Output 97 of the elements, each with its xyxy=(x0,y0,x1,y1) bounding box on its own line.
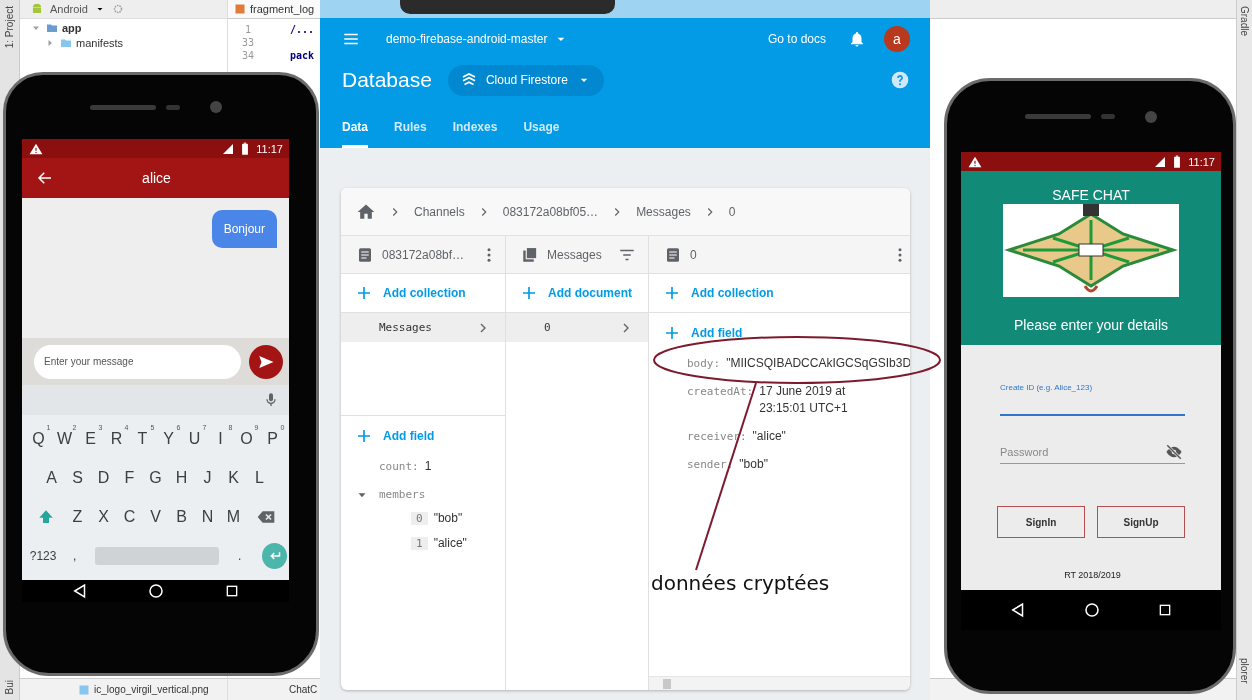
field-value: "alice" xyxy=(752,428,786,445)
field-value: "MIICSQIBADCCAkIGCSqGSIb3D xyxy=(726,355,910,372)
list-item[interactable]: Messages xyxy=(341,313,505,342)
android-robot-icon xyxy=(30,2,44,16)
field-value: 17 June 2019 at 23:15:01 UTC+1 xyxy=(759,383,849,417)
editor-tab-label: fragment_log xyxy=(250,3,315,15)
keyboard-key[interactable]: G xyxy=(142,459,169,496)
plus-icon xyxy=(355,284,373,302)
subtitle: Please enter your details xyxy=(1013,317,1169,333)
message-field[interactable]: Enter your message xyxy=(34,344,241,379)
keyboard-key[interactable]: B xyxy=(168,499,195,536)
chat-title: alice xyxy=(141,170,172,186)
field-value: "bob" xyxy=(739,456,768,473)
keyboard-key[interactable]: . xyxy=(227,538,253,575)
column-title: Messages xyxy=(547,247,602,262)
keyboard-key[interactable]: F xyxy=(116,459,143,496)
annotation-text: données cryptées xyxy=(651,571,830,595)
code-line: pack xyxy=(290,49,315,62)
field-name: body: xyxy=(687,357,721,370)
keyboard-key[interactable]: , xyxy=(62,538,88,575)
speaker-grille xyxy=(89,104,156,110)
speaker-grille xyxy=(1025,114,1091,119)
keyboard-key[interactable]: C xyxy=(116,499,143,536)
column-title: 083172a08bf… xyxy=(382,247,465,262)
home-circle-icon[interactable] xyxy=(147,582,166,600)
keyboard-key[interactable]: K xyxy=(220,459,247,496)
keyboard-key[interactable]: M xyxy=(220,499,247,536)
field-name: createdAt: xyxy=(687,385,754,398)
field-value: "bob" xyxy=(433,510,463,527)
keyboard-key[interactable]: Z xyxy=(64,499,91,536)
field-name: count: xyxy=(379,460,419,473)
breadcrumb-link[interactable]: Channels xyxy=(414,204,465,219)
bell-icon[interactable] xyxy=(848,30,866,48)
array-index: 0 xyxy=(411,512,428,525)
status-time: 11:17 xyxy=(256,142,283,155)
keyboard-key[interactable]: J xyxy=(194,459,221,496)
keyboard-key[interactable]: S xyxy=(64,459,91,496)
recents-square-icon[interactable] xyxy=(1157,602,1173,618)
keyboard-key[interactable]: A xyxy=(38,459,65,496)
signal-icon xyxy=(222,142,235,155)
side-tab[interactable]: Gradle xyxy=(1239,6,1250,36)
array-index: 1 xyxy=(411,537,428,550)
view-selector[interactable]: Android xyxy=(50,3,88,15)
message-bubble: Bonjour xyxy=(211,210,277,248)
signal-icon xyxy=(1154,155,1167,168)
plus-icon xyxy=(663,284,681,302)
field-name: members xyxy=(379,488,426,501)
eye-off-icon[interactable] xyxy=(1165,443,1183,461)
folder-icon xyxy=(46,22,58,34)
back-arrow-icon[interactable] xyxy=(36,169,54,187)
side-tab[interactable]: 1: Project xyxy=(4,6,15,49)
camera-lens xyxy=(209,101,222,113)
tree-item[interactable]: manifests xyxy=(76,37,124,49)
keyboard-key[interactable]: V xyxy=(142,499,169,536)
database-selector[interactable]: Cloud Firestore xyxy=(447,64,604,96)
keyboard-key[interactable]: N xyxy=(194,499,221,536)
horizontal-scrollbar[interactable] xyxy=(649,676,910,690)
folder-icon xyxy=(60,37,72,49)
editor-tab[interactable]: fragment_log xyxy=(228,0,321,18)
line-number: 1 xyxy=(244,23,252,36)
plus-icon xyxy=(520,284,538,302)
field-value: "alice" xyxy=(433,535,467,552)
breadcrumb-link[interactable]: 0 xyxy=(728,204,736,219)
column-title: 0 xyxy=(690,247,697,262)
avatar[interactable]: a xyxy=(884,26,910,52)
field-label: Create ID (e.g. Alice_123) xyxy=(1000,383,1093,392)
field-value: 1 xyxy=(424,458,432,475)
line-number: 33 xyxy=(240,36,255,49)
list-item[interactable]: 0 xyxy=(506,313,648,342)
breadcrumb-link[interactable]: 083172a08bf05… xyxy=(502,204,599,219)
footer-text: RT 2018/2019 xyxy=(1063,570,1122,580)
line-number: 34 xyxy=(240,49,255,62)
keyboard-key[interactable]: L xyxy=(246,459,273,496)
keyboard-key[interactable]: ?123 xyxy=(24,538,63,575)
breadcrumb-link[interactable]: Messages xyxy=(636,204,691,219)
editor-tab[interactable]: ChatC xyxy=(289,684,318,695)
code-line: /... xyxy=(290,23,315,36)
xml-file-icon xyxy=(234,3,246,15)
home-circle-icon[interactable] xyxy=(1083,601,1101,619)
keyboard-key[interactable]: X xyxy=(90,499,117,536)
keyboard-key[interactable]: D xyxy=(90,459,117,496)
collection-icon xyxy=(521,245,539,264)
side-tab[interactable]: plorer xyxy=(1239,658,1250,684)
app-title: SAFE CHAT xyxy=(1052,187,1130,203)
status-time: 11:17 xyxy=(1188,155,1215,168)
microphone-icon[interactable] xyxy=(263,392,279,408)
side-tab[interactable]: Bui xyxy=(4,679,15,694)
document-icon xyxy=(664,245,682,264)
button[interactable]: SignIn xyxy=(997,506,1085,538)
tree-item[interactable]: app xyxy=(62,22,82,34)
button[interactable]: SignUp xyxy=(1097,506,1185,538)
image-file-icon xyxy=(78,683,90,696)
send-button[interactable] xyxy=(249,344,283,379)
camera-lens xyxy=(1145,110,1157,123)
document-icon xyxy=(356,245,374,264)
keyboard-key[interactable]: H xyxy=(168,459,195,496)
page-title: Database xyxy=(342,68,432,92)
